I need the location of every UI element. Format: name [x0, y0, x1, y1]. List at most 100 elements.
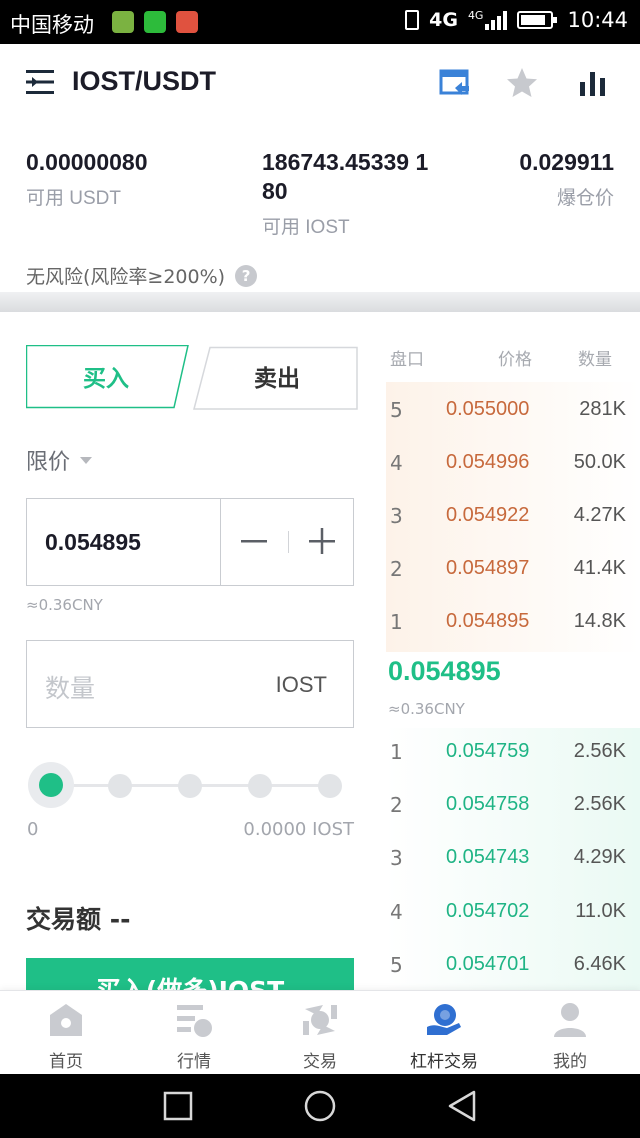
- last-price-cny: ≈0.36CNY: [388, 700, 465, 718]
- network-type: 4G: [429, 9, 458, 31]
- ask-row[interactable]: 5 0.055000 281K: [388, 390, 628, 430]
- trade-icon: [303, 1005, 337, 1035]
- ask-row[interactable]: 1 0.054895 14.8K: [388, 602, 628, 642]
- ask-level: 1: [390, 610, 403, 634]
- order-type-select[interactable]: 限价: [26, 444, 93, 476]
- pair-title[interactable]: IOST/USDT: [72, 66, 216, 97]
- slider-stop-50[interactable]: [178, 774, 202, 798]
- order-type-label: 限价: [26, 450, 71, 475]
- ask-level: 5: [390, 398, 403, 422]
- bid-price: 0.054759: [446, 740, 530, 762]
- ask-quantity: 41.4K: [573, 557, 626, 579]
- ask-quantity: 14.8K: [573, 610, 626, 632]
- last-price[interactable]: 0.054895: [388, 656, 501, 687]
- ask-row[interactable]: 3 0.054922 4.27K: [388, 496, 628, 536]
- orderbook-header-price: 价格: [498, 350, 532, 370]
- back-icon[interactable]: [444, 1088, 480, 1124]
- orderbook-header-level: 盘口: [390, 350, 424, 370]
- vibrate-icon: [405, 10, 420, 30]
- bid-quantity: 11.0K: [575, 900, 626, 922]
- bid-row[interactable]: 4 0.054702 11.0K: [388, 892, 628, 932]
- plus-icon[interactable]: [307, 526, 337, 556]
- risk-text: 无风险(风险率≥200%): [26, 266, 226, 288]
- transfer-icon[interactable]: [438, 66, 472, 100]
- slider-max-label: 0.0000 IOST: [243, 819, 354, 840]
- clock: 10:44: [567, 8, 628, 32]
- home-button-icon[interactable]: [302, 1088, 338, 1124]
- bid-row[interactable]: 5 0.054701 6.46K: [388, 945, 628, 985]
- bid-level: 5: [390, 953, 403, 977]
- bottom-nav: 首页 行情 交易 杠杆交易 我的: [0, 990, 640, 1074]
- status-bar: 中国移动 4G 4G 10:44: [0, 0, 640, 44]
- notification-app-icon: [176, 11, 198, 33]
- chart-icon[interactable]: [576, 66, 610, 100]
- ask-row[interactable]: 4 0.054996 50.0K: [388, 443, 628, 483]
- profile-icon: [554, 1003, 586, 1037]
- menu-toggle-icon[interactable]: [26, 69, 54, 95]
- section-divider: [0, 292, 640, 312]
- price-cny-estimate: ≈0.36CNY: [26, 596, 103, 614]
- minus-icon[interactable]: [239, 526, 269, 556]
- quantity-unit: IOST: [275, 672, 327, 697]
- bid-price: 0.054743: [446, 846, 530, 868]
- slider-stop-100[interactable]: [318, 774, 342, 798]
- battery-icon: [517, 11, 558, 29]
- bid-price: 0.054758: [446, 793, 530, 815]
- market-icon: [177, 1005, 212, 1037]
- bid-level: 4: [390, 900, 403, 924]
- slider-min-label: 0: [27, 819, 39, 840]
- liquidation-price: 0.029911 爆仓价: [519, 148, 614, 210]
- ask-price: 0.054922: [446, 504, 530, 526]
- nav-home[interactable]: 首页: [2, 991, 130, 1075]
- ask-price: 0.055000: [446, 398, 530, 420]
- risk-status: 无风险(风险率≥200%) ?: [26, 262, 258, 289]
- buy-sell-tabs: 买入 卖出: [26, 345, 358, 411]
- recent-apps-icon[interactable]: [160, 1088, 196, 1124]
- help-icon[interactable]: ?: [235, 264, 258, 287]
- stepper-separator: [288, 531, 289, 553]
- ask-quantity: 4.27K: [573, 504, 626, 526]
- ask-price: 0.054996: [446, 451, 530, 473]
- status-indicators: 4G 4G 10:44: [405, 8, 628, 32]
- nav-market[interactable]: 行情: [130, 991, 258, 1075]
- signal-icon: [485, 10, 508, 30]
- ask-price: 0.054895: [446, 610, 530, 632]
- tab-buy[interactable]: 买入: [26, 345, 186, 407]
- wechat-icon: [144, 11, 166, 33]
- bid-row[interactable]: 2 0.054758 2.56K: [388, 785, 628, 825]
- ask-quantity: 50.0K: [573, 451, 626, 473]
- slider-handle[interactable]: [28, 762, 74, 808]
- star-icon[interactable]: [505, 66, 539, 100]
- nav-profile[interactable]: 我的: [506, 991, 634, 1075]
- balance-iost-label: 可用 IOST: [262, 217, 350, 238]
- nav-home-label: 首页: [49, 1052, 83, 1072]
- app-header: IOST/USDT: [0, 44, 640, 126]
- ask-level: 4: [390, 451, 403, 475]
- amount-slider[interactable]: [28, 762, 354, 808]
- nav-margin-trade[interactable]: 杠杆交易: [380, 991, 508, 1075]
- bid-level: 2: [390, 793, 403, 817]
- price-input[interactable]: 0.054895: [26, 498, 354, 586]
- orderbook-header-quantity: 数量: [578, 350, 612, 370]
- ask-row[interactable]: 2 0.054897 41.4K: [388, 549, 628, 589]
- dropdown-caret-icon: [80, 456, 93, 464]
- ask-level: 3: [390, 504, 403, 528]
- nav-trade[interactable]: 交易: [256, 991, 384, 1075]
- liquidation-price-label: 爆仓价: [556, 188, 614, 209]
- balance-usdt-label: 可用 USDT: [26, 188, 122, 209]
- price-value: 0.054895: [45, 529, 141, 555]
- tab-sell[interactable]: 卖出: [196, 345, 358, 407]
- bid-quantity: 2.56K: [573, 740, 626, 762]
- nav-market-label: 行情: [177, 1052, 211, 1072]
- bid-price: 0.054702: [446, 900, 530, 922]
- quantity-input[interactable]: 数量 IOST: [26, 640, 354, 728]
- bid-row[interactable]: 1 0.054759 2.56K: [388, 732, 628, 772]
- quantity-placeholder: 数量: [45, 674, 96, 703]
- bid-level: 1: [390, 740, 403, 764]
- bid-row[interactable]: 3 0.054743 4.29K: [388, 838, 628, 878]
- turnover-label: 交易额 --: [26, 905, 131, 934]
- slider-stop-25[interactable]: [108, 774, 132, 798]
- home-icon: [50, 1004, 82, 1036]
- android-app-icon: [112, 11, 134, 33]
- slider-stop-75[interactable]: [248, 774, 272, 798]
